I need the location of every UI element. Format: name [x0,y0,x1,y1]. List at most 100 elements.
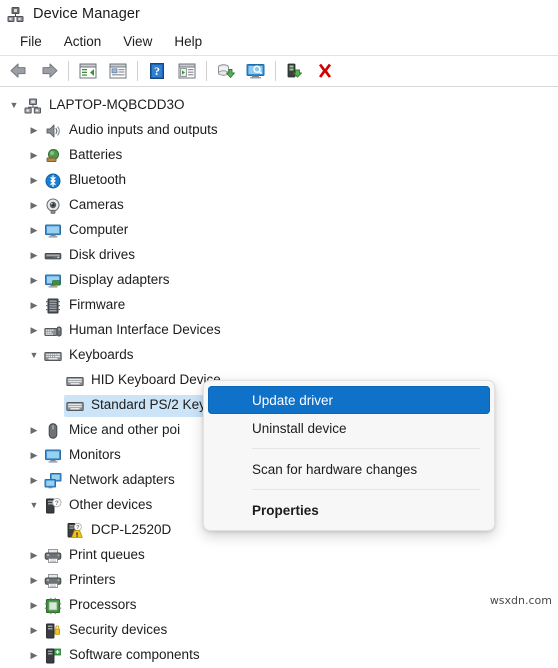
show-hide-console-tree-button[interactable] [73,57,103,85]
network-adapter-icon [44,472,62,490]
chevron-right-icon[interactable]: ▶ [26,318,42,343]
toolbar-separator-2 [137,61,138,81]
ctx-uninstall-device[interactable]: Uninstall device [208,414,490,442]
tree-row-printers[interactable]: ▶ Printers [0,568,558,593]
tree-row-label: Display adapters [69,272,170,288]
scan-hardware-changes-button[interactable] [241,57,271,85]
tree-row-laptop-root[interactable]: ▼ LAPTOP-MQBCDD3O [0,93,558,118]
menu-action[interactable]: Action [53,32,113,52]
tree-row-label: Printers [69,572,116,588]
chevron-right-icon[interactable]: ▶ [26,643,42,668]
tree-row-label: Human Interface Devices [69,322,221,338]
tree-row-label: Firmware [69,297,126,313]
tree-row-label: HID Keyboard Device [91,372,221,388]
disk-drive-icon [44,247,62,265]
tree-row-keyboards[interactable]: ▼ Keyboards [0,343,558,368]
chevron-down-icon[interactable]: ▼ [26,343,42,368]
toolbar-separator-1 [68,61,69,81]
chevron-right-icon[interactable]: ▶ [26,193,42,218]
firmware-chip-icon [44,297,62,315]
tree-row-label: DCP-L2520D [91,522,172,538]
chevron-right-icon[interactable]: ▶ [26,243,42,268]
context-menu-separator-2 [252,489,480,490]
chevron-right-icon[interactable]: ▶ [26,118,42,143]
help-button[interactable]: ? [142,57,172,85]
tree-row-label: Bluetooth [69,172,127,188]
tree-row-cameras[interactable]: ▶ Cameras [0,193,558,218]
hid-icon [44,322,62,340]
tree-row-print-queues[interactable]: ▶ Print queues [0,543,558,568]
tree-row-label: Print queues [69,547,145,563]
watermark: wsxdn.com [489,594,552,607]
chevron-right-icon[interactable]: ▶ [26,593,42,618]
context-menu-separator-1 [252,448,480,449]
printer-icon [44,547,62,565]
chevron-down-icon[interactable]: ▼ [6,93,22,118]
no-chevron-icon: ▶ [48,393,64,418]
toolbar: ? [0,55,558,87]
chevron-right-icon[interactable]: ▶ [26,218,42,243]
mouse-icon [44,422,62,440]
menu-help[interactable]: Help [163,32,213,52]
chevron-right-icon[interactable]: ▶ [26,268,42,293]
menu-bar: File Action View Help [0,28,558,55]
chevron-right-icon[interactable]: ▶ [26,143,42,168]
tree-row-audio-inputs-and-outputs[interactable]: ▶ Audio inputs and outputs [0,118,558,143]
chevron-right-icon[interactable]: ▶ [26,293,42,318]
tree-row-display-adapters[interactable]: ▶ Display adapters [0,268,558,293]
tree-row-software-components[interactable]: ▶ Software components [0,643,558,668]
menu-file[interactable]: File [9,32,53,52]
tree-row-computer[interactable]: ▶ Computer [0,218,558,243]
unknown-device-warning-icon: ? [66,522,84,540]
tree-row-batteries[interactable]: ▶ Batteries [0,143,558,168]
no-chevron-icon: ▶ [48,368,64,393]
monitor-icon [44,447,62,465]
tree-row-processors[interactable]: ▶ Processors [0,593,558,618]
device-tree[interactable]: ▼ LAPTOP-MQBCDD3O ▶ Audio inputs and out… [0,87,558,668]
view-options-button[interactable] [172,57,202,85]
tree-row-label: Keyboards [69,347,134,363]
chevron-right-icon[interactable]: ▶ [26,468,42,493]
menu-view[interactable]: View [112,32,163,52]
ctx-properties[interactable]: Properties [208,496,490,524]
chevron-right-icon[interactable]: ▶ [26,543,42,568]
ctx-update-driver[interactable]: Update driver [208,386,490,414]
forward-button[interactable] [34,57,64,85]
bluetooth-icon [44,172,62,190]
tree-row-label: Disk drives [69,247,136,263]
toolbar-separator-4 [275,61,276,81]
update-driver-button[interactable] [211,57,241,85]
tree-row-label: Network adapters [69,472,175,488]
toolbar-separator-3 [206,61,207,81]
keyboard-icon [44,347,62,365]
tree-row-label: Audio inputs and outputs [69,122,218,138]
tree-row-security-devices[interactable]: ▶ Security devices [0,618,558,643]
tree-row-human-interface-devices[interactable]: ▶ Human Interface Devices [0,318,558,343]
chevron-down-icon[interactable]: ▼ [26,493,42,518]
back-button[interactable] [4,57,34,85]
no-chevron-icon: ▶ [48,518,64,543]
security-device-icon [44,622,62,640]
properties-button[interactable] [103,57,133,85]
tree-row-label: Monitors [69,447,121,463]
window-title: Device Manager [33,6,140,22]
display-adapter-icon [44,272,62,290]
tree-row-bluetooth[interactable]: ▶ Bluetooth [0,168,558,193]
chevron-right-icon[interactable]: ▶ [26,418,42,443]
speaker-icon [44,122,62,140]
tree-row-label: Cameras [69,197,124,213]
context-menu[interactable]: Update driver Uninstall device Scan for … [203,380,495,531]
chevron-right-icon[interactable]: ▶ [26,568,42,593]
chevron-right-icon[interactable]: ▶ [26,618,42,643]
tree-row-firmware[interactable]: ▶ Firmware [0,293,558,318]
chevron-right-icon[interactable]: ▶ [26,168,42,193]
title-bar: Device Manager [0,0,558,28]
chevron-right-icon[interactable]: ▶ [26,443,42,468]
processor-icon [44,597,62,615]
camera-icon [44,197,62,215]
tree-row-disk-drives[interactable]: ▶ Disk drives [0,243,558,268]
enable-device-button[interactable] [280,57,310,85]
monitor-icon [44,222,62,240]
uninstall-device-button[interactable] [310,57,340,85]
ctx-scan-hardware-changes[interactable]: Scan for hardware changes [208,455,490,483]
